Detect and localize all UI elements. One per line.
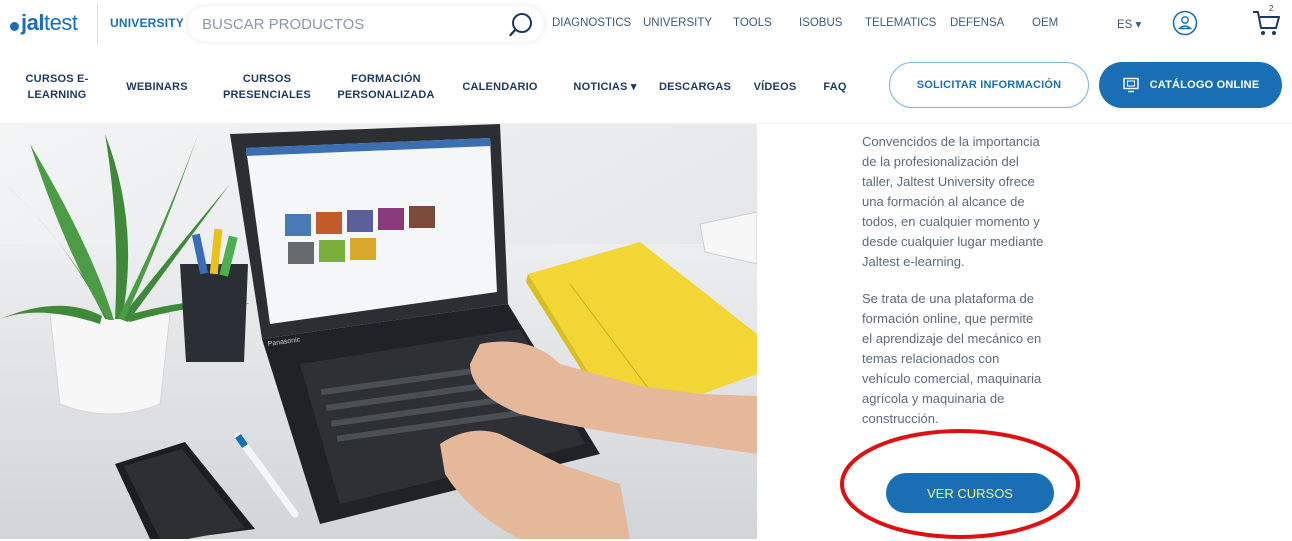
university-label[interactable]: UNIVERSITY (110, 16, 184, 30)
search-bar (188, 6, 544, 42)
user-icon[interactable] (1172, 10, 1198, 36)
online-catalog-button[interactable]: CATÁLOGO ONLINE (1099, 62, 1282, 108)
text-line: Jaltest e-learning. (862, 254, 965, 269)
cart-count-badge: 2 (1269, 4, 1274, 13)
text-line: vehículo comercial, maquinaria (862, 371, 1042, 386)
nav-videos[interactable]: VÍDEOS (745, 79, 805, 95)
laptop-photo-illustration: Panasonic (0, 124, 757, 539)
text-line: temas relacionados con (862, 351, 1000, 366)
nav-formacion-personalizada[interactable]: FORMACIÓN PERSONALIZADA (328, 71, 444, 103)
platform-paragraph: Se trata de una plataforma de formación … (862, 289, 1077, 429)
text-line: desde cualquier lugar mediante (862, 234, 1044, 249)
nav-label-line1: CURSOS (242, 73, 292, 85)
online-catalog-label: CATÁLOGO ONLINE (1149, 79, 1260, 91)
hero-photo: Panasonic (0, 124, 757, 539)
nav-cursos-elearning[interactable]: CURSOS E- LEARNING (22, 71, 92, 103)
text-line: el aprendizaje del mecánico en (862, 331, 1042, 346)
topnav-diagnostics[interactable]: DIAGNOSTICS (552, 17, 631, 29)
topnav-oem[interactable]: OEM (1032, 17, 1058, 29)
topnav-university[interactable]: UNIVERSITY (643, 17, 712, 29)
nav-label-line1: CURSOS E- (25, 73, 89, 85)
catalog-icon (1122, 77, 1139, 93)
nav-label-line1: FORMACIÓN (351, 73, 421, 85)
topnav-tools[interactable]: TOOLS (733, 17, 772, 29)
text-line: taller, Jaltest University ofrece (862, 174, 1035, 189)
text-line: formación online, que permite (862, 311, 1034, 326)
nav-label-line2: PRESENCIALES (223, 89, 311, 101)
topnav-telematics[interactable]: TELEMATICS (865, 17, 936, 29)
nav-faq[interactable]: FAQ (815, 79, 855, 95)
logo-divider (97, 4, 98, 44)
request-info-button[interactable]: SOLICITAR INFORMACIÓN (889, 62, 1089, 108)
nav-label-line2: LEARNING (27, 89, 87, 101)
nav-label-line2: PERSONALIZADA (337, 89, 435, 101)
intro-paragraph: Convencidos de la importancia de la prof… (862, 132, 1077, 272)
text-line: construcción. (862, 411, 939, 426)
text-line: todos, en cualquier momento y (862, 214, 1040, 229)
text-line: Convencidos de la importancia (862, 134, 1040, 149)
search-icon[interactable] (508, 12, 534, 38)
text-line: Se trata de una plataforma de (862, 291, 1035, 306)
text-line: agrícola y maquinaria de (862, 391, 1005, 406)
cart-icon[interactable] (1250, 6, 1282, 38)
text-line: de la profesionalización del (862, 154, 1019, 169)
topnav-isobus[interactable]: ISOBUS (799, 17, 842, 29)
nav-cursos-presenciales[interactable]: CURSOS PRESENCIALES (212, 71, 322, 103)
text-line: una formación al alcance de (862, 194, 1025, 209)
language-selector[interactable]: ES ▾ (1117, 17, 1141, 31)
jaltest-logo[interactable]: jal test (10, 9, 78, 37)
topnav-defensa[interactable]: DEFENSA (950, 17, 1004, 29)
logo-dot (10, 21, 19, 31)
red-circle-annotation (840, 429, 1080, 539)
logo-text-light: test (43, 10, 78, 35)
nav-webinars[interactable]: WEBINARS (122, 79, 192, 95)
search-input[interactable] (202, 14, 492, 34)
top-bar: jal test UNIVERSITY DIAGNOSTICS UNIVERSI… (0, 0, 1292, 50)
nav-calendario[interactable]: CALENDARIO (455, 79, 545, 95)
logo-text-bold: jal (21, 10, 44, 35)
nav-noticias[interactable]: NOTICIAS ▾ (565, 79, 645, 95)
nav-descargas[interactable]: DESCARGAS (655, 79, 735, 95)
